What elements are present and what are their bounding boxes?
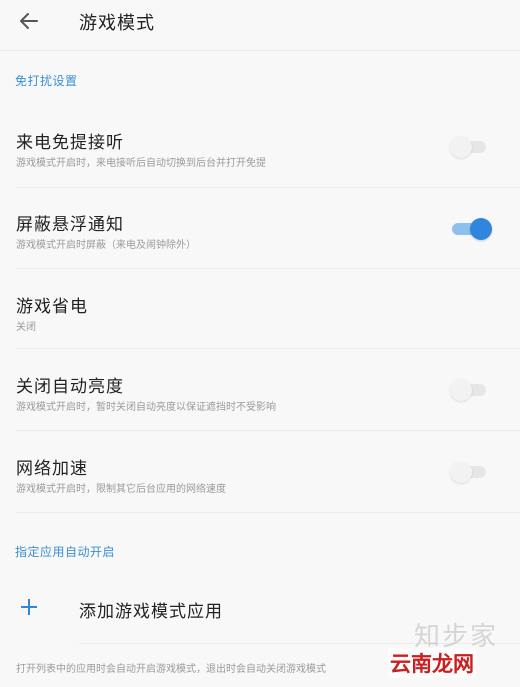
watermark-bottom: 云南龙网 — [388, 648, 476, 678]
setting-title: 屏蔽悬浮通知 — [16, 215, 124, 235]
setting-desc: 游戏模式开启时，暂时关闭自动亮度以保证遮挡时不受影响 — [16, 402, 276, 413]
row-divider — [16, 512, 520, 513]
game-mode-screen: 游戏模式 免打扰设置 来电免提接听 游戏模式开启时，来电接听后自动切换到后台并打… — [0, 0, 520, 687]
call-handsfree-toggle[interactable] — [448, 136, 488, 158]
setting-desc: 游戏模式开启时，来电接听后自动切换到后台并打开免提 — [16, 158, 266, 169]
back-button[interactable] — [14, 6, 44, 36]
arrow-left-icon — [20, 13, 38, 29]
add-app-label: 添加游戏模式应用 — [79, 602, 223, 622]
network-boost-toggle[interactable] — [448, 461, 488, 483]
auto-brightness-toggle[interactable] — [448, 379, 488, 401]
setting-value: 关闭 — [16, 322, 36, 333]
footer-hint: 打开列表中的应用时会自动开启游戏模式，退出时会自动关闭游戏模式 — [16, 664, 326, 675]
section-title-dnd: 免打扰设置 — [15, 74, 78, 88]
setting-title: 关闭自动亮度 — [16, 377, 124, 397]
plus-icon — [18, 596, 40, 618]
setting-title: 游戏省电 — [16, 297, 88, 317]
setting-desc: 游戏模式开启时屏蔽（来电及闹钟除外） — [16, 240, 196, 251]
setting-row-power-saving[interactable]: 游戏省电 关闭 — [0, 280, 520, 348]
toggle-thumb — [450, 461, 472, 483]
row-divider — [16, 430, 520, 431]
toggle-thumb — [450, 136, 472, 158]
setting-row-call-handsfree[interactable]: 来电免提接听 游戏模式开启时，来电接听后自动切换到后台并打开免提 — [0, 118, 520, 188]
section-title-apps: 指定应用自动开启 — [15, 545, 116, 559]
setting-row-network-boost[interactable]: 网络加速 游戏模式开启时，限制其它后台应用的网络速度 — [0, 442, 520, 512]
header-divider — [0, 50, 520, 51]
block-floating-toggle[interactable] — [448, 218, 492, 240]
setting-row-auto-brightness[interactable]: 关闭自动亮度 游戏模式开启时，暂时关闭自动亮度以保证遮挡时不受影响 — [0, 360, 520, 430]
setting-title: 网络加速 — [16, 459, 88, 479]
row-divider — [16, 348, 520, 349]
row-divider — [16, 187, 520, 188]
header: 游戏模式 — [0, 0, 520, 48]
toggle-thumb — [470, 218, 492, 240]
setting-title: 来电免提接听 — [16, 133, 124, 153]
page-title: 游戏模式 — [79, 13, 155, 34]
setting-desc: 游戏模式开启时，限制其它后台应用的网络速度 — [16, 484, 226, 495]
row-divider — [16, 268, 520, 269]
setting-row-block-floating[interactable]: 屏蔽悬浮通知 游戏模式开启时屏蔽（来电及闹钟除外） — [0, 198, 520, 268]
toggle-thumb — [450, 379, 472, 401]
